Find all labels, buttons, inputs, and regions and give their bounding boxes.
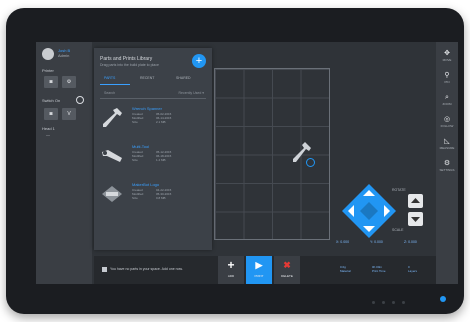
status-label: Switch On (42, 98, 61, 103)
item-meta-values: 04-22-2015 05-30-2015 0.8 MB (156, 188, 172, 200)
tab-recent[interactable]: RECENT (140, 76, 154, 80)
measure-icon: ◺ (444, 138, 450, 145)
measure-tool-button[interactable]: ◺ MEASURE (436, 138, 458, 150)
item-name: Wrench Spanner (132, 106, 162, 111)
list-item[interactable]: MakerBot Logo Created Modified Size 04-2… (98, 180, 208, 214)
move-direction-pad[interactable] (340, 182, 398, 240)
item-meta-values: 05-12-2015 06-18-2015 1.4 MB (156, 150, 172, 162)
tablet-frame: Josh B Admin Printer ◙ ⚙ Switch On ◙ V H… (6, 8, 464, 314)
user-block: Josh B Admin (58, 48, 70, 58)
follow-icon: ◎ (443, 116, 451, 123)
item-name: Multi-Tool (132, 144, 150, 149)
item-meta-labels: Created Modified Size (132, 150, 144, 162)
chevron-up-icon (411, 198, 420, 203)
delete-label: DELETE (281, 274, 293, 278)
multitool-thumbnail-icon (102, 150, 122, 162)
left-button-1[interactable]: ◙ (44, 76, 58, 88)
rotate-label: ROTATE (392, 188, 406, 192)
add-label: ADD (227, 274, 235, 278)
list-item[interactable]: Wrench Spanner Created Modified Size 05-… (98, 104, 208, 138)
follow-tool-button[interactable]: ◎ FOLLOW (436, 116, 458, 128)
tab-shared[interactable]: SHARED (176, 76, 191, 80)
panel-subtitle: Drag parts into the build plate to place (100, 63, 159, 67)
left-button-4[interactable]: V (62, 108, 76, 120)
zoom-icon: ⌕ (445, 94, 449, 101)
zoom-label: ZOOM (442, 102, 452, 106)
lower-button[interactable] (408, 212, 423, 226)
print-button[interactable]: ▶ PRINT (246, 256, 272, 284)
avatar[interactable] (42, 48, 54, 60)
move-label: MOVE (442, 58, 452, 62)
bottom-action-bar: You have no parts in your space. Add one… (94, 256, 436, 284)
wrench-thumbnail-icon (103, 108, 122, 127)
parts-library-panel: Parts and Prints Library Drag parts into… (94, 48, 212, 250)
item-meta-values: 05-02-2015 06-14-2015 2.1 MB (156, 112, 172, 124)
right-toolbar: ✥ MOVE ⚲ PIN ⌕ ZOOM ◎ FOLLOW ◺ MEASURE ⚙… (436, 42, 458, 284)
item-meta-labels: Created Modified Size (132, 188, 144, 200)
pin-label: PIN (444, 80, 450, 84)
left-sidebar: Josh B Admin Printer ◙ ⚙ Switch On ◙ V H… (36, 42, 92, 284)
measure-label: MEASURE (439, 146, 455, 150)
pin-tool-button[interactable]: ⚲ PIN (436, 72, 458, 84)
search-input[interactable]: Search Recently Used ▾ (100, 90, 206, 99)
info-message: You have no parts in your space. Add one… (102, 265, 202, 275)
print-time-stat: 0h 00m Print Time (372, 265, 386, 273)
settings-icon: ⚙ (443, 160, 451, 167)
follow-label: FOLLOW (440, 124, 454, 128)
logo-thumbnail-icon (102, 186, 122, 202)
head-label: Head 1 (42, 126, 55, 131)
left-button-3[interactable]: ◙ (44, 108, 58, 120)
selection-handle-icon[interactable] (306, 158, 315, 167)
z-coordinate: Z: 0.000 (404, 240, 417, 244)
x-coordinate: X: 0.000 (336, 240, 350, 244)
chevron-down-icon (411, 217, 420, 222)
move-tool-button[interactable]: ✥ MOVE (436, 50, 458, 62)
search-placeholder: Search (104, 91, 116, 95)
print-label: PRINT (254, 274, 264, 278)
user-role: Admin (58, 53, 70, 58)
info-icon (102, 267, 107, 272)
head-value: — (46, 132, 50, 137)
plus-icon: + (227, 258, 235, 272)
tab-parts[interactable]: PARTS (104, 76, 115, 80)
library-tabs: PARTS RECENT SHARED (94, 74, 212, 85)
sort-dropdown[interactable]: Recently Used ▾ (179, 91, 205, 95)
material-stat: 0.0g Material (340, 265, 351, 273)
scale-label: SCALE (392, 228, 404, 232)
y-coordinate: Y: 0.000 (370, 240, 383, 244)
info-message-text: You have no parts in your space. Add one… (110, 267, 183, 271)
add-part-button[interactable]: + (192, 54, 206, 68)
delete-button[interactable]: ✖ DELETE (274, 256, 300, 284)
close-icon: ✖ (283, 260, 291, 270)
settings-tool-button[interactable]: ⚙ SETTINGS (436, 160, 458, 172)
item-name: MakerBot Logo (132, 182, 160, 187)
pin-icon: ⚲ (444, 72, 450, 79)
list-item[interactable]: Multi-Tool Created Modified Size 05-12-2… (98, 142, 208, 176)
active-tab-indicator (100, 84, 130, 85)
move-icon: ✥ (444, 50, 450, 57)
app-screen: Josh B Admin Printer ◙ ⚙ Switch On ◙ V H… (36, 42, 458, 284)
add-button[interactable]: + ADD (218, 256, 244, 284)
brand-logo (440, 296, 446, 302)
play-icon: ▶ (255, 260, 263, 270)
layers-stat: 0 Layers (408, 265, 418, 273)
raise-button[interactable] (408, 194, 423, 208)
gear-icon[interactable] (76, 96, 84, 104)
settings-label: SETTINGS (439, 168, 455, 172)
panel-title: Parts and Prints Library (100, 56, 153, 62)
zoom-tool-button[interactable]: ⌕ ZOOM (436, 94, 458, 106)
left-button-2[interactable]: ⚙ (62, 76, 76, 88)
printer-label: Printer (42, 68, 54, 73)
item-meta-labels: Created Modified Size (132, 112, 144, 124)
hardware-buttons (372, 301, 412, 305)
